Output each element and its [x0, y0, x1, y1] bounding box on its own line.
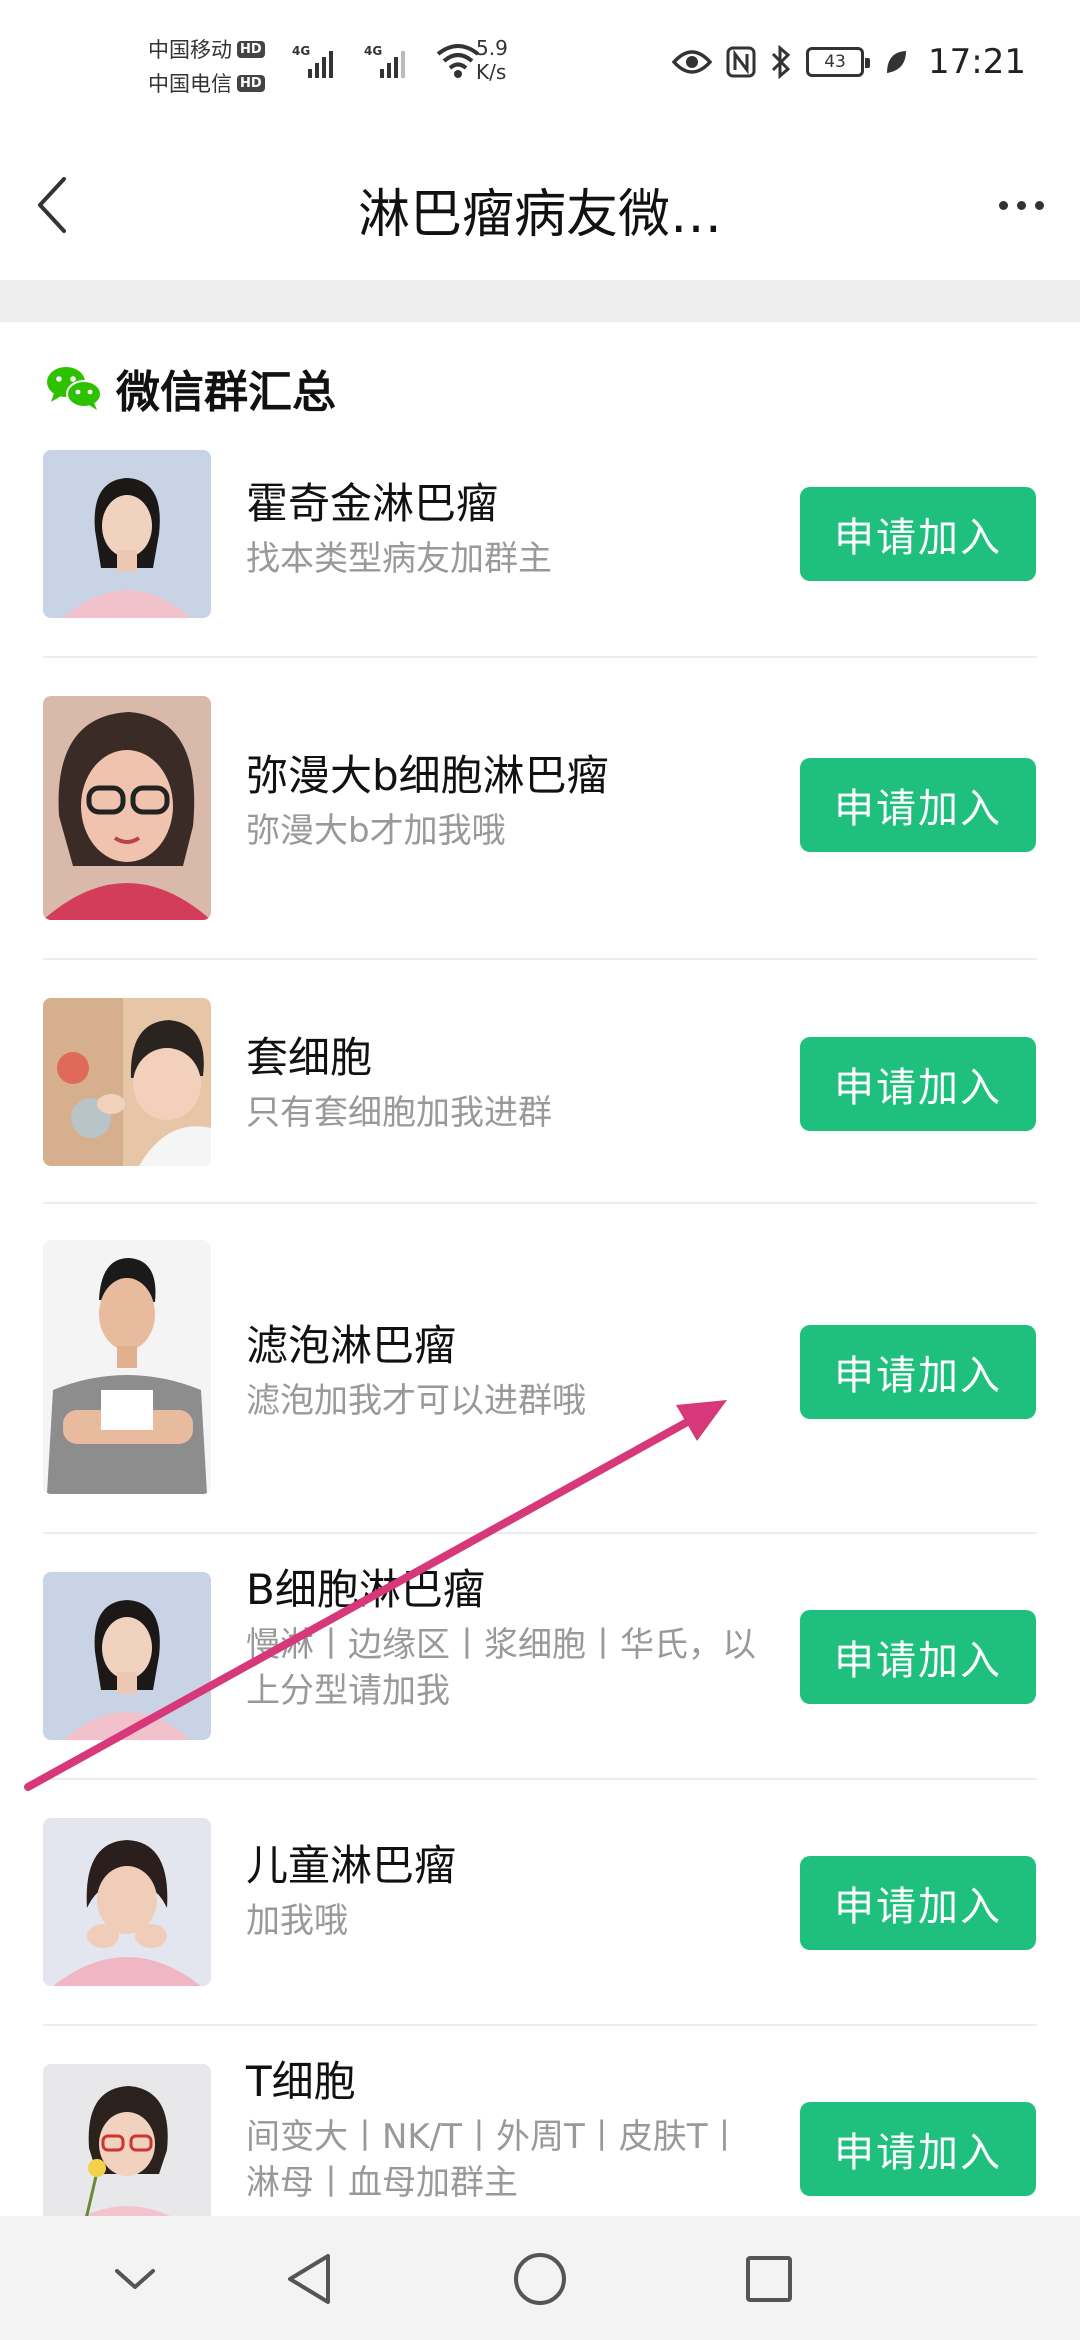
more-button[interactable] — [986, 180, 1056, 230]
group-desc: 慢淋丨边缘区丨浆细胞丨华氏，以上分型请加我 — [246, 1625, 756, 1711]
list-item: 套细胞 只有套细胞加我进群 申请加入 — [0, 960, 1080, 1204]
hd-badge: HD — [237, 74, 265, 92]
section-title: 微信群汇总 — [116, 367, 336, 418]
group-desc: 间变大丨NK/T丨外周T丨皮肤T丨淋母丨血母加群主 — [246, 2117, 742, 2203]
back-button[interactable] — [22, 170, 82, 240]
avatar — [43, 1240, 211, 1494]
battery-icon: 43 — [806, 47, 871, 77]
more-dot — [998, 200, 1008, 210]
signal-1-icon: 4G — [292, 40, 346, 80]
join-button[interactable]: 申请加入 — [800, 487, 1036, 581]
nav-bar: 淋巴瘤病友微… — [0, 130, 1080, 280]
status-icons: 43 17:21 — [672, 42, 1026, 82]
join-button[interactable]: 申请加入 — [800, 1325, 1036, 1419]
group-desc: 滤泡加我才可以进群哦 — [246, 1381, 586, 1421]
avatar — [43, 1818, 211, 1986]
list-item: 弥漫大b细胞淋巴瘤 弥漫大b才加我哦 申请加入 — [0, 658, 1080, 960]
system-nav-bar — [0, 2216, 1080, 2340]
bluetooth-icon — [771, 45, 791, 79]
network-speed-unit: K/s — [476, 60, 507, 84]
signal-group: 4G 4G — [292, 40, 480, 80]
group-name: 滤泡淋巴瘤 — [246, 1321, 457, 1370]
home-button[interactable] — [505, 2244, 575, 2314]
clock: 17:21 — [928, 42, 1026, 82]
group-desc: 弥漫大b才加我哦 — [246, 811, 506, 851]
avatar — [43, 1572, 211, 1740]
wechat-icon — [47, 367, 102, 410]
group-desc: 只有套细胞加我进群 — [246, 1093, 552, 1133]
back-triangle-icon — [288, 2254, 330, 2304]
network-speed-value: 5.9 — [476, 36, 508, 60]
section-header: 微信群汇总 — [46, 356, 336, 420]
section-divider — [0, 280, 1080, 322]
list-item: 霍奇金淋巴瘤 找本类型病友加群主 申请加入 — [0, 430, 1080, 658]
group-name: 套细胞 — [246, 1033, 373, 1082]
more-dot — [1034, 200, 1044, 210]
chevron-down-icon — [115, 2269, 155, 2289]
group-desc: 找本类型病友加群主 — [246, 539, 552, 579]
avatar — [43, 450, 211, 618]
group-name: B细胞淋巴瘤 — [246, 1565, 485, 1614]
nfc-icon — [726, 46, 756, 78]
avatar — [43, 998, 211, 1166]
join-button[interactable]: 申请加入 — [800, 1610, 1036, 1704]
collapse-button[interactable] — [100, 2244, 170, 2314]
recents-button[interactable] — [734, 2244, 804, 2314]
leaf-icon — [887, 51, 907, 73]
battery-level: 43 — [824, 52, 846, 72]
carrier-2: 中国电信 HD — [148, 66, 288, 100]
carrier-block: 中国移动 HD 中国电信 HD — [148, 32, 288, 100]
group-name: 弥漫大b细胞淋巴瘤 — [246, 751, 609, 800]
carrier-1-name: 中国移动 — [148, 38, 232, 62]
more-dot — [1016, 200, 1026, 210]
chevron-left-icon — [38, 177, 66, 233]
join-button[interactable]: 申请加入 — [800, 1037, 1036, 1131]
join-button[interactable]: 申请加入 — [800, 758, 1036, 852]
recents-square-icon — [746, 2256, 792, 2302]
eye-icon — [672, 50, 713, 74]
hd-badge: HD — [237, 40, 265, 58]
join-button[interactable]: 申请加入 — [800, 2102, 1036, 2196]
carrier-2-name: 中国电信 — [148, 72, 232, 96]
home-circle-icon — [514, 2253, 566, 2305]
group-desc: 加我哦 — [246, 1901, 348, 1941]
group-name: T细胞 — [246, 2057, 356, 2106]
group-list: 霍奇金淋巴瘤 找本类型病友加群主 申请加入 弥漫大b细胞淋巴瘤 弥漫大b才加我哦… — [0, 430, 1080, 2276]
list-item: 儿童淋巴瘤 加我哦 申请加入 — [0, 1780, 1080, 2026]
network-speed: 5.9 K/s — [476, 36, 508, 84]
signal-2-icon: 4G — [364, 40, 418, 80]
group-name: 霍奇金淋巴瘤 — [246, 479, 499, 528]
page-title: 淋巴瘤病友微… — [357, 185, 722, 245]
carrier-1: 中国移动 HD — [148, 32, 288, 66]
back-nav-button[interactable] — [274, 2244, 344, 2314]
group-name: 儿童淋巴瘤 — [246, 1841, 457, 1890]
avatar — [43, 2064, 211, 2232]
status-bar: 中国移动 HD 中国电信 HD 4G 4G 5.9 K/s 43 17:21 — [0, 0, 1080, 130]
avatar — [43, 696, 211, 920]
list-item: B细胞淋巴瘤 慢淋丨边缘区丨浆细胞丨华氏，以上分型请加我 申请加入 — [0, 1534, 1080, 1780]
join-button[interactable]: 申请加入 — [800, 1856, 1036, 1950]
list-item: 滤泡淋巴瘤 滤泡加我才可以进群哦 申请加入 — [0, 1204, 1080, 1534]
wifi-icon — [436, 44, 480, 78]
